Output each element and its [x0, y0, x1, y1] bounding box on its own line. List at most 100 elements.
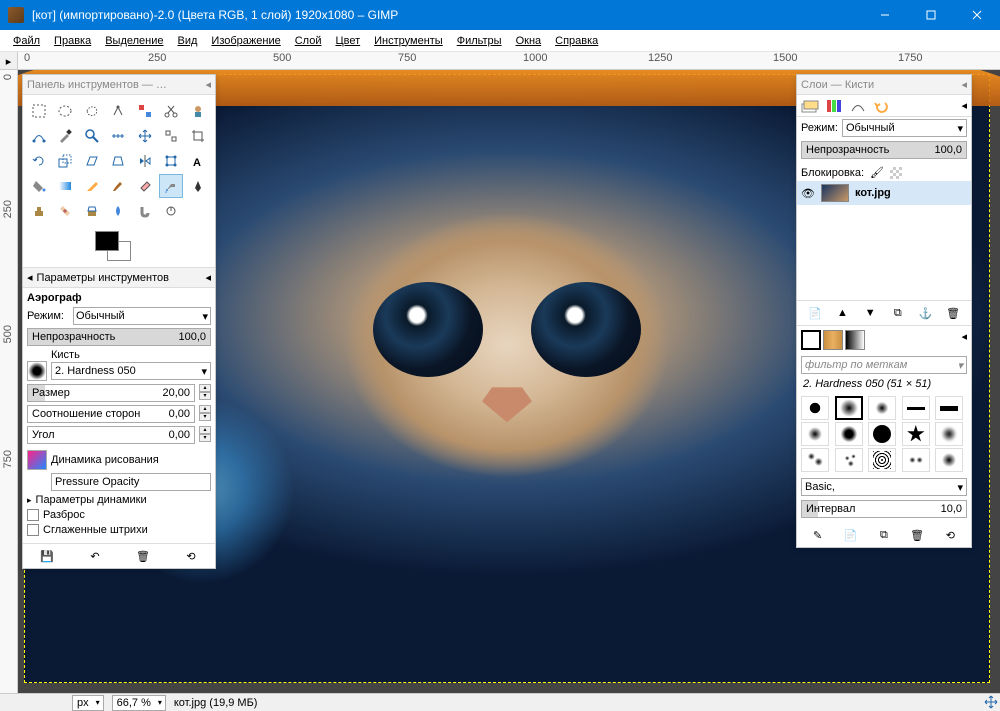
minimize-button[interactable] [862, 0, 908, 30]
size-spinner[interactable]: ▴▾ [199, 384, 211, 402]
menu-select[interactable]: Выделение [98, 33, 170, 49]
angle-spinner[interactable]: ▴▾ [199, 426, 211, 444]
menu-image[interactable]: Изображение [204, 33, 287, 49]
dodge-tool[interactable] [159, 199, 183, 223]
eraser-tool[interactable] [133, 174, 157, 198]
chevron-left-icon[interactable]: ◂ [205, 78, 211, 91]
clone-tool[interactable] [27, 199, 51, 223]
ratio-slider[interactable]: Соотношение сторон 0,00 [27, 405, 195, 423]
angle-slider[interactable]: Угол 0,00 [27, 426, 195, 444]
duplicate-brush-icon[interactable]: ⧉ [876, 527, 892, 543]
dynamics-params-expander[interactable]: Параметры динамики [27, 494, 211, 506]
undo-tab-icon[interactable] [873, 98, 891, 114]
paths-tool[interactable] [27, 124, 51, 148]
layer-mode-select[interactable]: Обычный▾ [842, 119, 967, 137]
smooth-checkbox[interactable] [27, 524, 39, 536]
gradients-tab[interactable] [845, 330, 865, 350]
perspective-clone-tool[interactable] [80, 199, 104, 223]
color-swatches[interactable] [23, 227, 215, 267]
brush-item[interactable] [868, 448, 896, 472]
layer-name[interactable]: кот.jpg [855, 187, 891, 199]
brush-item[interactable] [835, 422, 863, 446]
patterns-tab[interactable] [823, 330, 843, 350]
brush-item[interactable] [935, 448, 963, 472]
layers-header[interactable]: Слои — Кисти ◂ [797, 75, 971, 95]
fg-color-swatch[interactable] [95, 231, 119, 251]
blur-tool[interactable] [106, 199, 130, 223]
layer-item[interactable]: 👁 кот.jpg [797, 181, 971, 205]
measure-tool[interactable] [106, 124, 130, 148]
brush-item[interactable] [835, 396, 863, 420]
dynamics-icon[interactable] [27, 450, 47, 470]
lock-pixels-icon[interactable]: 🖌 [870, 166, 884, 179]
brush-filter-input[interactable]: фильтр по меткам▾ [801, 356, 967, 374]
paintbrush-tool[interactable] [106, 174, 130, 198]
new-brush-icon[interactable]: 📄 [843, 527, 859, 543]
reset-preset-icon[interactable]: ⟲ [183, 548, 199, 564]
brush-item[interactable] [902, 422, 930, 446]
tabs-menu-icon[interactable]: ◂ [961, 99, 967, 112]
anchor-layer-icon[interactable]: ⚓ [917, 305, 933, 321]
menu-tools[interactable]: Инструменты [367, 33, 450, 49]
fuzzy-select-tool[interactable] [106, 99, 130, 123]
chevron-left-icon[interactable]: ◂ [961, 78, 967, 91]
ink-tool[interactable] [186, 174, 210, 198]
zoom-tool[interactable] [80, 124, 104, 148]
lower-layer-icon[interactable]: ▼ [862, 305, 878, 321]
save-preset-icon[interactable]: 💾 [39, 548, 55, 564]
zoom-select[interactable]: 66,7 % [112, 695, 166, 711]
ellipse-select-tool[interactable] [53, 99, 77, 123]
brush-tabs-menu-icon[interactable]: ◂ [961, 330, 967, 350]
menu-edit[interactable]: Правка [47, 33, 98, 49]
brush-item[interactable] [868, 396, 896, 420]
scissors-tool[interactable] [159, 99, 183, 123]
brushes-tab[interactable] [801, 330, 821, 350]
rect-select-tool[interactable] [27, 99, 51, 123]
scatter-checkbox[interactable] [27, 509, 39, 521]
ratio-spinner[interactable]: ▴▾ [199, 405, 211, 423]
layer-opacity-slider[interactable]: Непрозрачность 100,0 [801, 141, 967, 159]
brush-item[interactable] [801, 422, 829, 446]
toolbox-header[interactable]: Панель инструментов — … ◂ [23, 75, 215, 95]
scale-tool[interactable] [53, 149, 77, 173]
flip-tool[interactable] [133, 149, 157, 173]
maximize-button[interactable] [908, 0, 954, 30]
brush-item[interactable] [801, 396, 829, 420]
duplicate-layer-icon[interactable]: ⧉ [890, 305, 906, 321]
ruler-horizontal[interactable]: 0 250 500 750 1000 1250 1500 1750 [18, 52, 1000, 69]
brush-item[interactable] [902, 396, 930, 420]
brush-item[interactable] [935, 396, 963, 420]
crop-tool[interactable] [186, 124, 210, 148]
color-picker-tool[interactable] [53, 124, 77, 148]
menu-filters[interactable]: Фильтры [450, 33, 509, 49]
delete-layer-icon[interactable]: 🗑 [945, 305, 961, 321]
brush-item[interactable] [902, 448, 930, 472]
cage-tool[interactable] [159, 149, 183, 173]
delete-preset-icon[interactable]: 🗑 [135, 548, 151, 564]
blend-tool[interactable] [53, 174, 77, 198]
lock-alpha-icon[interactable] [890, 167, 902, 179]
move-tool[interactable] [133, 124, 157, 148]
menu-view[interactable]: Вид [171, 33, 205, 49]
close-button[interactable] [954, 0, 1000, 30]
interval-slider[interactable]: Интервал 10,0 [801, 500, 967, 518]
free-select-tool[interactable] [80, 99, 104, 123]
restore-preset-icon[interactable]: ↶ [87, 548, 103, 564]
brush-item[interactable] [868, 422, 896, 446]
navigation-icon[interactable] [984, 695, 998, 709]
dynamics-select[interactable]: Pressure Opacity [51, 473, 211, 491]
layer-thumbnail[interactable] [821, 184, 849, 202]
shear-tool[interactable] [80, 149, 104, 173]
pencil-tool[interactable] [80, 174, 104, 198]
brush-item[interactable] [835, 448, 863, 472]
color-select-tool[interactable] [133, 99, 157, 123]
raise-layer-icon[interactable]: ▲ [834, 305, 850, 321]
paths-tab-icon[interactable] [849, 98, 867, 114]
ruler-corner[interactable]: ▸ [0, 52, 18, 70]
menu-layer[interactable]: Слой [288, 33, 329, 49]
channels-tab-icon[interactable] [825, 98, 843, 114]
delete-brush-icon[interactable]: 🗑 [909, 527, 925, 543]
unit-select[interactable]: px [72, 695, 104, 711]
brush-preset-select[interactable]: Basic,▾ [801, 478, 967, 496]
menu-windows[interactable]: Окна [509, 33, 549, 49]
